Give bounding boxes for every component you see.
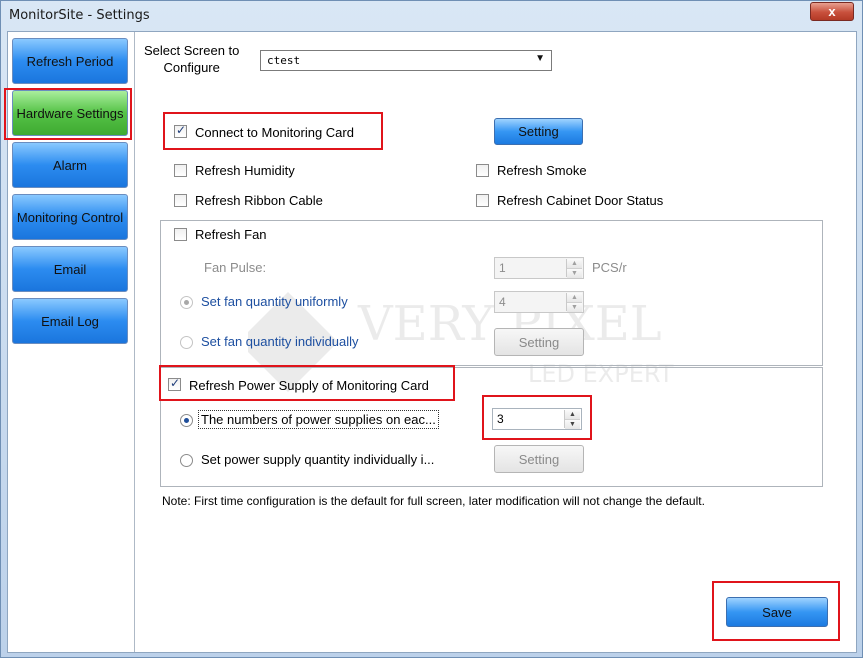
power-numbers-label: The numbers of power supplies on eac... [198,410,439,429]
save-button[interactable]: Save [726,597,828,627]
stepper-down-icon[interactable]: ▼ [565,419,580,429]
screen-select-label-line2: Configure [163,60,220,75]
title-bar: MonitorSite - Settings x [1,1,862,31]
sidebar-item-refresh-period[interactable]: Refresh Period [12,38,128,84]
stepper-down-icon[interactable]: ▼ [567,302,582,312]
power-numbers-value: 3 [497,412,504,426]
fan-individual-radio[interactable] [180,336,193,349]
refresh-fan-label: Refresh Fan [195,227,267,242]
stepper-up-icon[interactable]: ▲ [567,259,582,268]
fan-pulse-unit: PCS/r [592,260,627,275]
sidebar-item-email-log[interactable]: Email Log [12,298,128,344]
card-setting-button[interactable]: Setting [494,118,583,145]
refresh-ribbon-label: Refresh Ribbon Cable [195,193,323,208]
window-title: MonitorSite - Settings [9,8,150,23]
fan-individual-setting-button[interactable]: Setting [494,328,584,356]
connect-card-label: Connect to Monitoring Card [195,125,354,140]
stepper-up-icon[interactable]: ▲ [567,293,582,302]
fan-uniform-label: Set fan quantity uniformly [201,294,348,309]
fan-pulse-label: Fan Pulse: [204,260,267,275]
fan-individual-label: Set fan quantity individually [201,334,359,349]
sidebar-item-alarm[interactable]: Alarm [12,142,128,188]
fan-uniform-value: 4 [499,295,506,309]
screen-select-value: ctest [267,54,301,67]
default-config-note: Note: First time configuration is the de… [162,494,705,508]
power-numbers-radio[interactable] [180,414,193,427]
screen-select-label-line1: Select Screen to [144,43,240,58]
refresh-fan-checkbox[interactable] [174,228,187,241]
refresh-smoke-label: Refresh Smoke [497,163,587,178]
refresh-cabinet-door-label: Refresh Cabinet Door Status [497,193,664,208]
fan-uniform-radio[interactable] [180,296,193,309]
refresh-ribbon-checkbox[interactable] [174,194,187,207]
settings-window: MonitorSite - Settings x Refresh Period … [0,0,863,658]
refresh-power-label: Refresh Power Supply of Monitoring Card [189,378,429,393]
sidebar-item-email[interactable]: Email [12,246,128,292]
refresh-cabinet-door-checkbox[interactable] [476,194,489,207]
sidebar: Refresh Period Hardware Settings Alarm M… [8,32,135,652]
sidebar-item-hardware-settings[interactable]: Hardware Settings [12,90,128,136]
power-individual-setting-button[interactable]: Setting [494,445,584,473]
fan-pulse-value: 1 [499,261,506,275]
refresh-humidity-label: Refresh Humidity [195,163,295,178]
power-individual-label: Set power supply quantity individually i… [201,452,435,467]
refresh-smoke-checkbox[interactable] [476,164,489,177]
chevron-down-icon: ▼ [535,53,545,64]
connect-card-checkbox[interactable] [174,123,187,138]
sidebar-item-monitoring-control[interactable]: Monitoring Control [12,194,128,240]
stepper-up-icon[interactable]: ▲ [565,410,580,419]
power-numbers-stepper[interactable]: 3 ▲ ▼ [492,408,582,430]
client-area: Refresh Period Hardware Settings Alarm M… [4,31,857,653]
fan-uniform-stepper[interactable]: 4 ▲ ▼ [494,291,584,313]
refresh-power-checkbox[interactable] [168,376,181,391]
stepper-down-icon[interactable]: ▼ [567,268,582,278]
fan-pulse-stepper[interactable]: 1 ▲ ▼ [494,257,584,279]
power-individual-radio[interactable] [180,454,193,467]
close-button[interactable]: x [810,2,854,21]
screen-select-label: Select Screen to Configure [144,42,239,76]
screen-select-dropdown[interactable]: ctest ▼ [260,50,552,71]
refresh-humidity-checkbox[interactable] [174,164,187,177]
